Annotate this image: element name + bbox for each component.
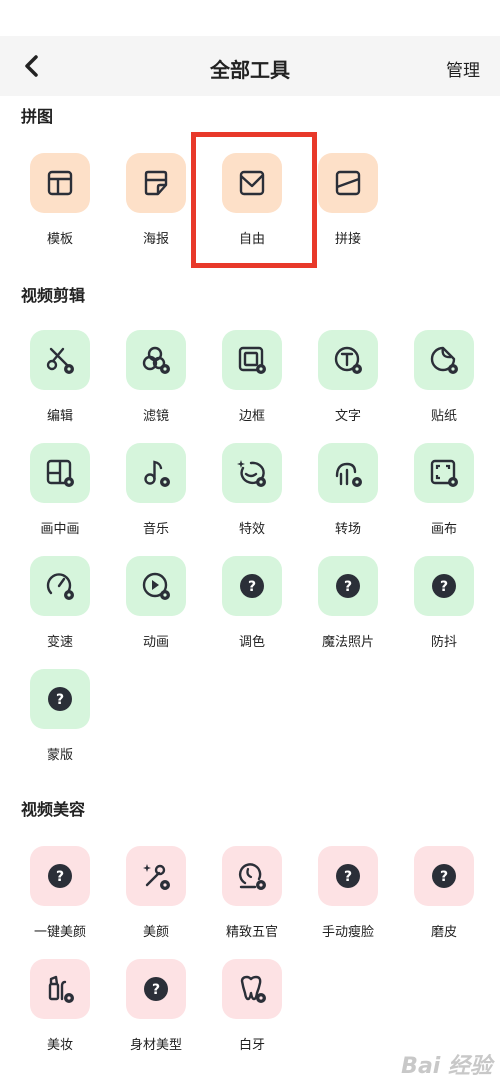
tool-whiten-teeth[interactable]: 白牙 (204, 959, 300, 1059)
svg-text:?: ? (440, 869, 448, 885)
filter-icon (126, 330, 186, 390)
sticker-icon (414, 330, 474, 390)
tool-label: 身材美型 (129, 1038, 182, 1053)
question-icon: ? (414, 556, 474, 616)
poster-icon (126, 153, 186, 213)
tool-label: 画中画 (40, 522, 80, 537)
template-icon (30, 153, 90, 213)
tool-label: 转场 (334, 522, 361, 537)
section-title-video-beauty: 视频美容 (21, 800, 86, 819)
tool-label: 美颜 (142, 925, 169, 940)
tool-label: 手动瘦脸 (321, 925, 374, 940)
section-title-video-edit: 视频剪辑 (21, 286, 86, 305)
question-icon: ? (318, 846, 378, 906)
tool-template[interactable]: 模板 (12, 153, 108, 253)
beauty-wand-icon (126, 846, 186, 906)
svg-text:?: ? (56, 869, 64, 885)
section-title-collage: 拼图 (21, 107, 54, 126)
tool-transition[interactable]: 转场 (300, 443, 396, 543)
face-icon (222, 846, 282, 906)
makeup-icon (30, 959, 90, 1019)
question-icon: ? (126, 959, 186, 1019)
speed-icon (30, 556, 90, 616)
tool-label: 音乐 (142, 522, 169, 537)
music-icon (126, 443, 186, 503)
tool-makeup[interactable]: 美妆 (12, 959, 108, 1059)
tool-magic-photo[interactable]: ? 魔法照片 (300, 556, 396, 656)
tool-body-shape[interactable]: ? 身材美型 (108, 959, 204, 1059)
tool-filter[interactable]: 滤镜 (108, 330, 204, 430)
tool-label: 蒙版 (46, 748, 73, 763)
svg-text:?: ? (248, 579, 256, 595)
effects-icon (222, 443, 282, 503)
tool-canvas[interactable]: 画布 (396, 443, 492, 543)
question-icon: ? (222, 556, 282, 616)
tool-label: 画布 (430, 522, 457, 537)
tool-label: 动画 (142, 635, 169, 650)
stitch-icon (318, 153, 378, 213)
tool-slim-face[interactable]: ? 手动瘦脸 (300, 846, 396, 946)
highlight-box (191, 132, 317, 268)
tool-label: 美妆 (46, 1038, 73, 1053)
scissors-icon (30, 330, 90, 390)
tool-text[interactable]: 文字 (300, 330, 396, 430)
page-title: 全部工具 (210, 58, 290, 82)
tool-pip[interactable]: 画中画 (12, 443, 108, 543)
tool-poster[interactable]: 海报 (108, 153, 204, 253)
question-icon: ? (414, 846, 474, 906)
manage-button[interactable]: 管理 (446, 56, 480, 81)
tool-smooth-skin[interactable]: ? 磨皮 (396, 846, 492, 946)
header-bar: 全部工具 管理 (0, 36, 500, 96)
border-icon (222, 330, 282, 390)
tool-refine-features[interactable]: 精致五官 (204, 846, 300, 946)
tooth-icon (222, 959, 282, 1019)
pip-icon (30, 443, 90, 503)
tool-label: 模板 (46, 232, 73, 247)
tool-music[interactable]: 音乐 (108, 443, 204, 543)
tool-border[interactable]: 边框 (204, 330, 300, 430)
question-icon: ? (30, 669, 90, 729)
tool-speed[interactable]: 变速 (12, 556, 108, 656)
tool-label: 贴纸 (430, 409, 457, 424)
tool-label: 文字 (334, 409, 361, 424)
tool-label: 防抖 (430, 635, 457, 650)
tool-beauty[interactable]: 美颜 (108, 846, 204, 946)
transition-icon (318, 443, 378, 503)
tool-one-tap-beauty[interactable]: ? 一键美颜 (12, 846, 108, 946)
tool-color-grade[interactable]: ? 调色 (204, 556, 300, 656)
canvas-icon (414, 443, 474, 503)
tool-edit[interactable]: 编辑 (12, 330, 108, 430)
svg-text:?: ? (344, 579, 352, 595)
tool-stabilize[interactable]: ? 防抖 (396, 556, 492, 656)
status-area (0, 0, 500, 36)
tool-label: 调色 (238, 635, 265, 650)
tool-effects[interactable]: 特效 (204, 443, 300, 543)
tool-label: 一键美颜 (33, 925, 86, 940)
tool-label: 海报 (142, 232, 169, 247)
watermark-logo: Bai 经验 (401, 1054, 492, 1079)
tool-label: 编辑 (46, 409, 73, 424)
svg-text:?: ? (152, 982, 160, 998)
tool-label: 特效 (238, 522, 265, 537)
tool-label: 白牙 (238, 1038, 265, 1053)
tool-label: 魔法照片 (321, 635, 374, 650)
tool-label: 磨皮 (430, 925, 457, 940)
question-icon: ? (30, 846, 90, 906)
tool-label: 变速 (46, 635, 73, 650)
question-icon: ? (318, 556, 378, 616)
tool-mask[interactable]: ? 蒙版 (12, 669, 108, 769)
tool-label: 滤镜 (142, 409, 169, 424)
svg-text:?: ? (440, 579, 448, 595)
text-icon (318, 330, 378, 390)
svg-text:?: ? (344, 869, 352, 885)
tool-label: 边框 (238, 409, 265, 424)
tool-label: 精致五官 (225, 925, 278, 940)
svg-text:?: ? (56, 692, 64, 708)
animation-icon (126, 556, 186, 616)
tool-animation[interactable]: 动画 (108, 556, 204, 656)
tool-sticker[interactable]: 贴纸 (396, 330, 492, 430)
